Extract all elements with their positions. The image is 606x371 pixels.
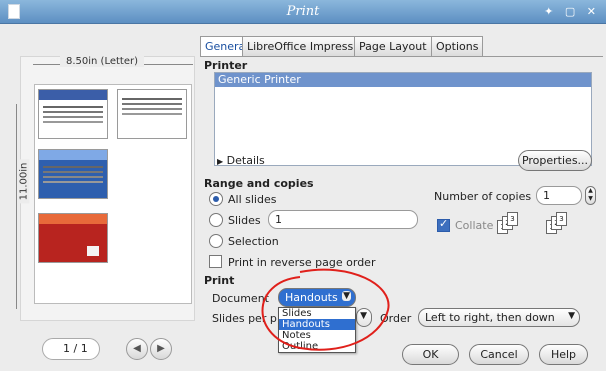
details-expander[interactable]: ▶ Details <box>217 154 265 167</box>
slides-radio[interactable] <box>209 213 223 227</box>
document-select[interactable]: Handouts ▼ <box>278 288 356 307</box>
triangle-right-icon: ▶ <box>217 157 224 166</box>
collate-label: Collate <box>455 219 494 232</box>
help-button[interactable]: Help <box>539 344 588 365</box>
selection-label: Selection <box>228 235 279 248</box>
all-slides-label: All slides <box>228 193 277 206</box>
print-heading: Print <box>204 274 235 287</box>
order-label: Order <box>380 312 412 325</box>
dropdown-option-notes[interactable]: Notes <box>279 330 355 341</box>
selection-radio[interactable] <box>209 234 223 248</box>
copies-spinner[interactable]: ▲ ▼ <box>585 186 596 205</box>
slides-per-page-select[interactable]: ▼ <box>356 308 372 327</box>
paper-height-label: 11.00in <box>18 159 30 204</box>
title-bar: Print ✦ ▢ ✕ <box>0 0 606 24</box>
preview-slide-3 <box>38 149 108 199</box>
preview-slide-2 <box>117 89 187 139</box>
collate-icon: 123 <box>497 212 519 236</box>
dropdown-option-outline[interactable]: Outline <box>279 341 355 352</box>
range-heading: Range and copies <box>204 177 314 190</box>
paper-width-label: 8.50in (Letter) <box>60 56 145 67</box>
previous-page-button[interactable]: ◀ <box>126 338 148 360</box>
ok-button[interactable]: OK <box>402 344 459 365</box>
window-controls[interactable]: ✦ ▢ ✕ <box>544 5 600 18</box>
house-icon <box>87 246 99 256</box>
tab-options[interactable]: Options <box>431 36 484 56</box>
all-slides-radio[interactable] <box>209 192 223 206</box>
slides-range-input[interactable]: 1 <box>268 210 418 229</box>
order-select[interactable]: Left to right, then down ▼ <box>418 308 580 327</box>
slides-per-page-label: Slides per p <box>212 312 277 325</box>
cancel-button[interactable]: Cancel <box>469 344 529 365</box>
next-page-button[interactable]: ▶ <box>150 338 172 360</box>
tab-page-layout[interactable]: Page Layout <box>354 36 432 56</box>
preview-slide-4 <box>38 213 108 263</box>
preview-page <box>34 84 192 304</box>
collate-icon-2: 123 <box>546 212 568 236</box>
document-dropdown-list[interactable]: Slides Handouts Notes Outline <box>278 307 356 353</box>
copies-label: Number of copies <box>434 190 532 203</box>
printer-heading: Printer <box>204 59 248 72</box>
collate-checkbox[interactable] <box>437 217 450 232</box>
paper-height-line <box>16 104 17 309</box>
tab-libreoffice-impress[interactable]: LibreOffice Impress <box>242 36 359 56</box>
copies-input[interactable]: 1 <box>536 186 582 205</box>
reverse-order-checkbox[interactable] <box>209 255 222 268</box>
window-title: Print <box>286 4 320 19</box>
chevron-down-icon: ▼ <box>342 291 351 301</box>
print-dialog: 8.50in (Letter) 11.00in 1 / 1 ◀ ▶ Genera… <box>0 24 606 371</box>
reverse-order-label: Print in reverse page order <box>228 256 376 269</box>
slides-label: Slides <box>228 214 261 227</box>
dropdown-option-slides[interactable]: Slides <box>279 308 355 319</box>
document-label: Document <box>212 292 269 305</box>
preview-slide-1 <box>38 89 108 139</box>
chevron-down-icon: ▼ <box>568 311 575 321</box>
chevron-down-icon: ▼ <box>360 311 367 321</box>
properties-button[interactable]: Properties... <box>518 150 592 171</box>
printer-item[interactable]: Generic Printer <box>215 73 591 87</box>
dropdown-option-handouts[interactable]: Handouts <box>279 319 355 330</box>
page-number-field[interactable]: 1 / 1 <box>42 338 100 360</box>
